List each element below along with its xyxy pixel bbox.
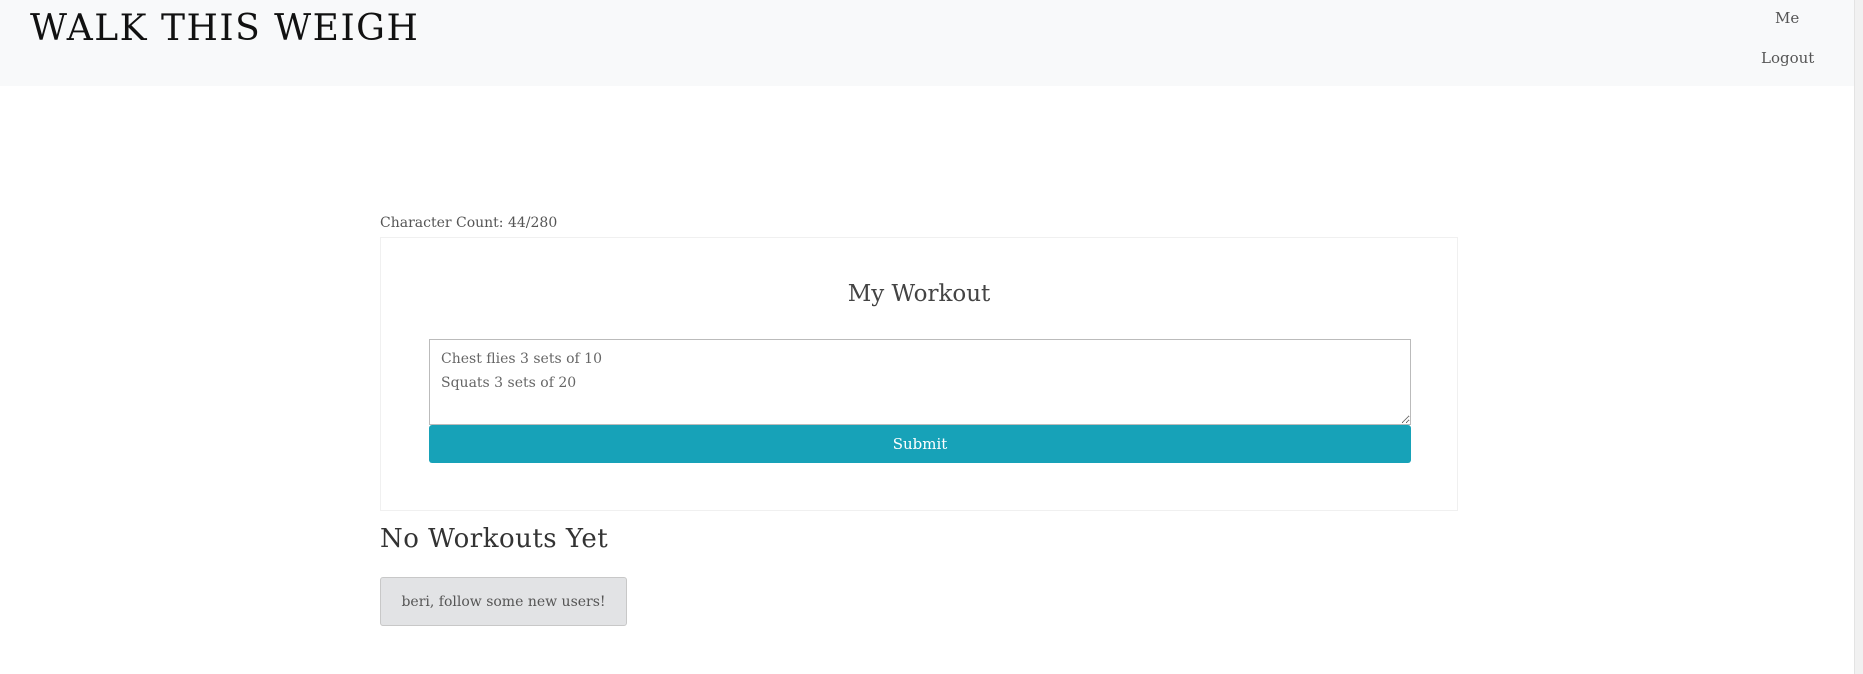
- workout-composer-title: My Workout: [847, 281, 991, 307]
- follow-users-button[interactable]: beri, follow some new users!: [380, 577, 627, 626]
- nav-link-logout[interactable]: Logout: [1761, 49, 1814, 67]
- no-workouts-heading: No Workouts Yet: [380, 524, 609, 554]
- page-scrollbar[interactable]: [1854, 0, 1863, 674]
- character-count: Character Count: 44/280: [380, 215, 558, 231]
- workout-composer-card: My Workout Submit: [380, 237, 1458, 511]
- submit-button[interactable]: Submit: [429, 425, 1411, 463]
- brand-logo-link[interactable]: WALK THIS WEIGH: [30, 8, 419, 49]
- top-navbar: WALK THIS WEIGH Me Logout: [0, 0, 1855, 86]
- nav-link-me[interactable]: Me: [1775, 9, 1799, 27]
- workout-input[interactable]: [429, 339, 1411, 425]
